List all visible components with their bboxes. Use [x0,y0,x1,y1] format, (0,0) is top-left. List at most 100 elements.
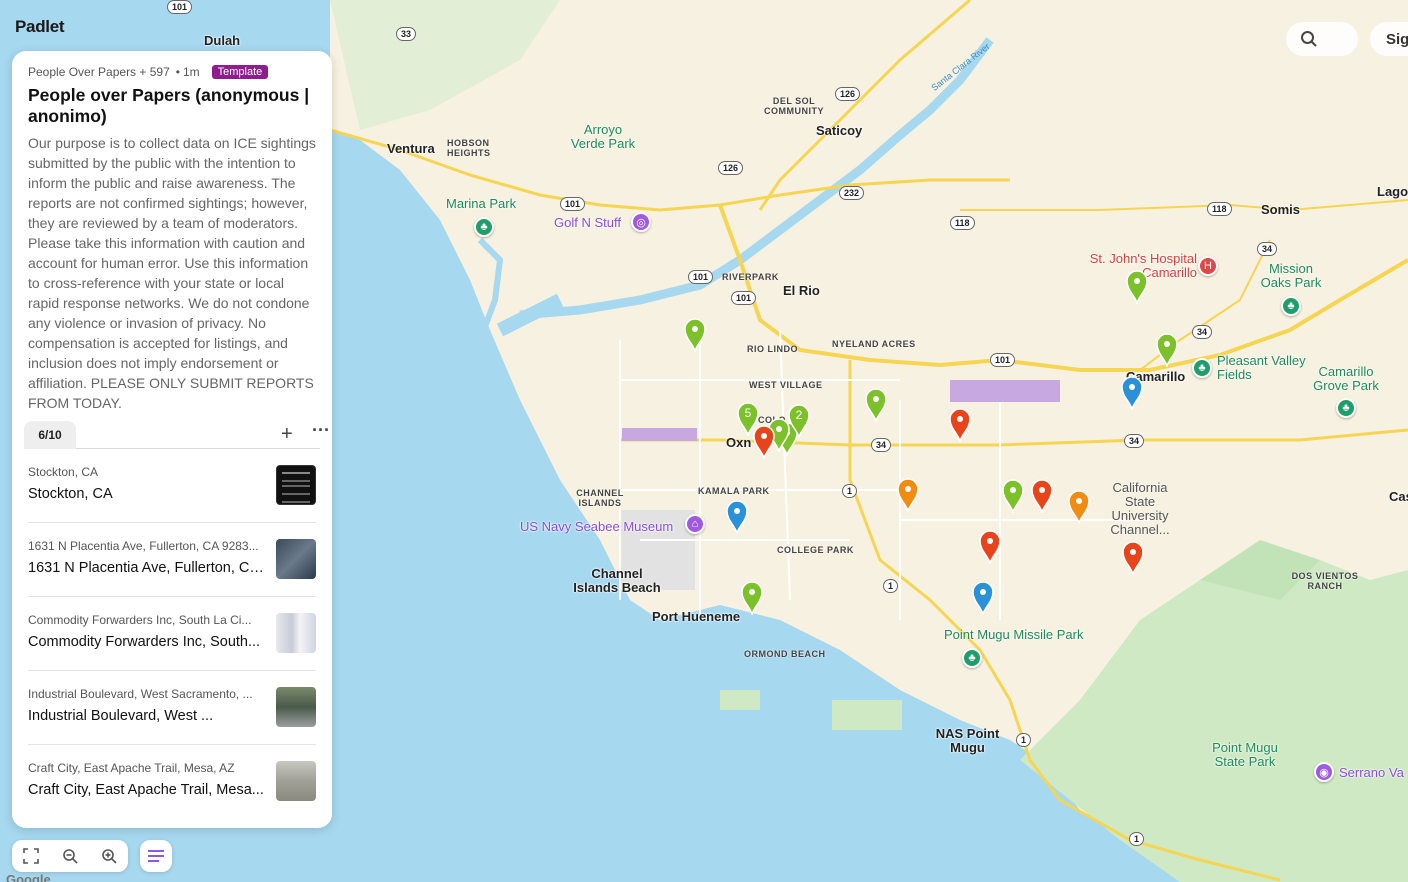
list-item-thumbnail [276,761,316,801]
padlet-description: Our purpose is to collect data on ICE si… [28,135,316,411]
map-pin[interactable] [683,318,707,352]
map-pin[interactable] [978,530,1002,564]
map-label-park: Pleasant Valley Fields [1217,353,1306,382]
post-list: Stockton, CA Stockton, CA 1631 N Placent… [12,449,332,819]
list-item[interactable]: Craft City, East Apache Trail, Mesa, AZ … [28,745,316,819]
map-label-city: Cas [1389,489,1408,504]
padlet-title: People over Papers (anonymous | anonimo) [28,85,310,126]
zoom-out-button[interactable] [62,848,78,864]
list-item[interactable]: Commodity Forwarders Inc, South La Ci...… [28,597,316,671]
map-pin[interactable] [1067,490,1091,524]
map-pin[interactable] [948,408,972,442]
pin-icon [726,500,748,534]
highway-shield: 1 [842,484,858,498]
map-label-park: Point Mugu State Park [1212,740,1278,769]
pin-icon [1031,479,1053,513]
camera-icon: ◉ [1314,762,1334,782]
list-item[interactable]: Industrial Boulevard, West Sacramento, .… [28,671,316,745]
map-label-city: Channel Islands Beach [573,566,661,595]
list-item[interactable]: 1631 N Placentia Ave, Fullerton, CA 9283… [28,523,316,597]
list-item-thumbnail [276,613,316,653]
pin-icon [1068,490,1090,524]
map-label-neighborhood: RIO LINDO [747,344,798,354]
zoom-out-icon [63,849,78,864]
list-item-address: Craft City, East Apache Trail, Mesa, AZ [28,761,235,775]
search-button[interactable] [1286,22,1358,56]
cluster-pin[interactable]: 2 [787,404,811,438]
post-count-tab[interactable]: 6/10 [24,421,76,449]
fullscreen-icon [23,848,40,864]
highway-shield: 1 [883,579,899,593]
map-pin[interactable] [725,500,749,534]
map-label-university: California State University Channel... [1110,480,1170,537]
map-label-neighborhood: NYELAND ACRES [832,339,916,349]
map-label-neighborhood: DEL SOL COMMUNITY [764,96,824,116]
highway-shield: 101 [731,291,757,305]
list-item-title: Commodity Forwarders Inc, South... [28,634,261,650]
map-label-city: Oxn [726,435,752,450]
cluster-count: 5 [745,406,752,420]
pin-icon [1126,270,1148,304]
highway-shield: 1 [1016,733,1032,747]
map-label-city: Lago [1377,184,1408,199]
list-item-address: Industrial Boulevard, West Sacramento, .… [28,687,253,701]
map-pin[interactable] [740,581,764,615]
padlet-logo[interactable]: Padlet [15,17,65,37]
map-pin[interactable] [896,478,920,512]
cluster-pin[interactable]: 5 [736,402,760,436]
pin-icon [741,581,763,615]
map-label-neighborhood: CHANNEL ISLANDS [576,488,624,508]
museum-icon: ⌂ [685,514,705,534]
list-icon [148,850,164,862]
map-label-park: Camarillo Grove Park [1313,364,1379,393]
map-label-park: Marina Park [446,196,517,211]
template-badge: Template [211,65,269,79]
map-label-city: El Rio [783,283,820,298]
signin-button[interactable]: Sig [1370,22,1408,56]
panel-header: People Over Papers + 597 • 1m Template P… [12,51,332,413]
map-pin[interactable] [1120,376,1144,410]
highway-shield: 232 [839,186,865,200]
map-label-city: Saticoy [816,123,863,138]
add-post-button[interactable]: + [281,423,293,446]
google-attribution: Google [6,872,51,882]
map-label-neighborhood: WEST VILLAGE [749,380,823,390]
highway-shield: 33 [396,27,417,41]
map-label-neighborhood: COLLEGE PARK [777,545,854,555]
map-pin[interactable] [1030,479,1054,513]
map-label-poi: US Navy Seabee Museum [520,519,674,534]
list-item[interactable]: Stockton, CA Stockton, CA [28,449,316,523]
more-options-button[interactable]: ··· [312,420,330,441]
map-pin[interactable] [864,388,888,422]
list-item-title: Stockton, CA [28,486,113,502]
highway-shield: 118 [1207,202,1232,216]
map-label-city: Somis [1261,202,1301,217]
park-tree-icon: ♣ [962,648,982,668]
map-pin[interactable] [1155,333,1179,367]
meta-separator: • [175,65,180,79]
author-count[interactable]: People Over Papers + 597 [28,65,170,79]
list-item-title: Craft City, East Apache Trail, Mesa... [28,782,264,798]
fullscreen-button[interactable] [23,848,40,864]
map-pin[interactable] [1125,270,1149,304]
highway-shield: 101 [167,0,193,14]
zoom-in-button[interactable] [101,848,117,864]
pin-icon [1122,541,1144,575]
meta-row: People Over Papers + 597 • 1m Template [28,65,316,79]
pin-icon: 2 [788,404,810,438]
highway-shield: 34 [871,438,892,452]
pin-icon [684,318,706,352]
map-pin[interactable] [1001,479,1025,513]
map-pin[interactable] [1121,541,1145,575]
map-label-neighborhood: ORMOND BEACH [744,649,826,659]
toggle-list-button[interactable] [140,840,172,872]
last-updated: 1m [182,65,200,79]
attraction-icon: ◎ [631,212,651,232]
highway-shield: 34 [1124,434,1145,448]
list-item-address: Commodity Forwarders Inc, South La Ci... [28,613,252,627]
map-pin[interactable] [971,581,995,615]
search-icon [1301,31,1317,47]
highway-shield: 118 [950,216,975,230]
highway-shield: 101 [990,353,1016,367]
map-label-city: NAS Point Mugu [935,726,1000,755]
